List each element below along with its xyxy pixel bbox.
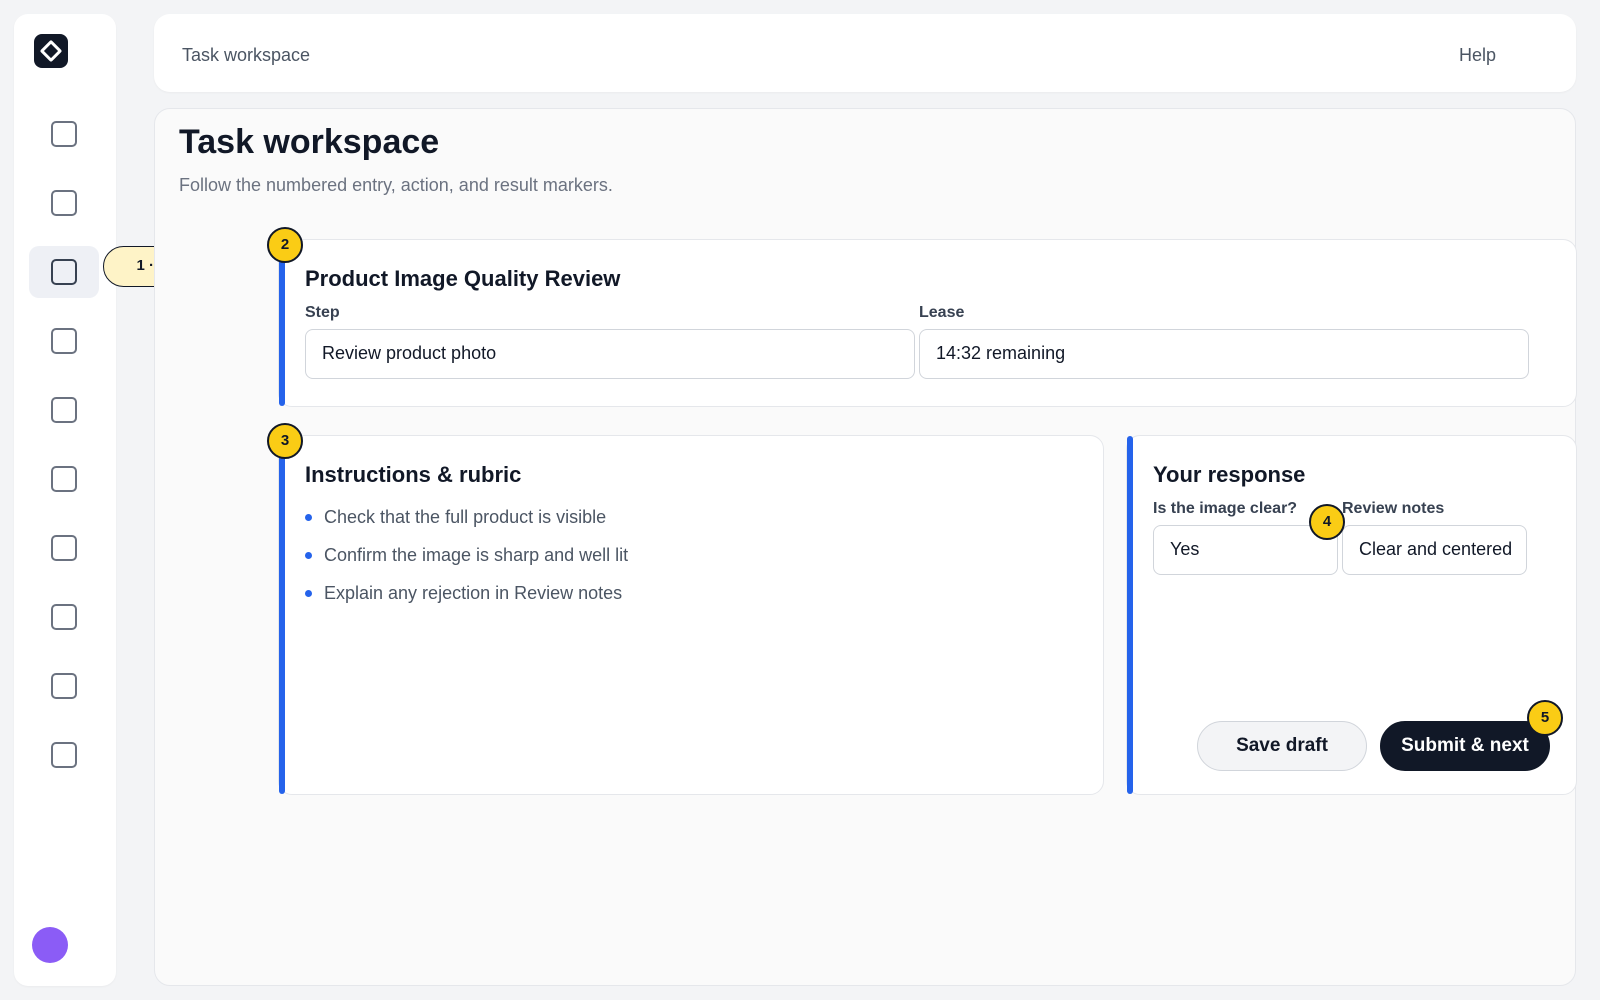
square-icon: [51, 190, 77, 216]
rubric-item: Check that the full product is visible: [305, 506, 628, 544]
sidebar-item-my-work[interactable]: [29, 246, 99, 298]
step-label: Step: [305, 304, 340, 321]
marker-3: 3: [267, 423, 303, 459]
sidebar-item-8[interactable]: [29, 591, 99, 643]
lease-field[interactable]: 14:32 remaining: [919, 329, 1529, 379]
task-title: Product Image Quality Review: [305, 266, 621, 291]
accent-bar: [279, 240, 285, 406]
rubric-list: Check that the full product is visible C…: [305, 506, 628, 620]
marker-5: 5: [1527, 700, 1563, 736]
sidebar-item-6[interactable]: [29, 453, 99, 505]
main-panel: Task workspace Follow the numbered entry…: [154, 108, 1577, 986]
page-title: Task workspace: [179, 123, 440, 161]
sidebar-item-4[interactable]: [29, 315, 99, 367]
top-header: Task workspace Help: [154, 14, 1576, 92]
square-icon: [51, 466, 77, 492]
lease-label: Lease: [919, 304, 965, 321]
sidebar-item-2[interactable]: [29, 177, 99, 229]
square-icon: [51, 259, 77, 285]
save-draft-button[interactable]: Save draft: [1197, 721, 1367, 771]
header-title: Task workspace: [182, 45, 311, 65]
rubric-item: Confirm the image is sharp and well lit: [305, 544, 628, 582]
page-subtitle: Follow the numbered entry, action, and r…: [179, 175, 613, 195]
help-link[interactable]: Help: [1459, 45, 1496, 66]
sidebar-item-10[interactable]: [29, 729, 99, 781]
instructions-card: Instructions & rubric Check that the ful…: [278, 435, 1104, 795]
review-notes-field[interactable]: Clear and centered: [1342, 525, 1527, 575]
instructions-title: Instructions & rubric: [305, 462, 522, 487]
sidebar-item-5[interactable]: [29, 384, 99, 436]
sidebar-item-7[interactable]: [29, 522, 99, 574]
square-icon: [51, 397, 77, 423]
square-icon: [51, 604, 77, 630]
response-title: Your response: [1153, 462, 1306, 487]
response-card: Your response Is the image clear? Yes Re…: [1126, 435, 1577, 795]
image-clear-label: Is the image clear?: [1153, 500, 1298, 517]
review-notes-label: Review notes: [1342, 500, 1445, 517]
marker-4: 4: [1309, 504, 1345, 540]
image-clear-select[interactable]: Yes: [1153, 525, 1338, 575]
square-icon: [51, 742, 77, 768]
accent-bar: [279, 436, 285, 794]
avatar[interactable]: [32, 927, 68, 963]
submit-next-button[interactable]: Submit & next: [1380, 721, 1550, 771]
marker-2: 2: [267, 227, 303, 263]
app-logo-icon[interactable]: [34, 34, 68, 68]
square-icon: [51, 328, 77, 354]
square-icon: [51, 673, 77, 699]
rubric-item: Explain any rejection in Review notes: [305, 582, 628, 620]
accent-bar: [1127, 436, 1133, 794]
sidebar: [14, 14, 116, 986]
task-card: Product Image Quality Review Step Review…: [278, 239, 1577, 407]
square-icon: [51, 535, 77, 561]
sidebar-item-9[interactable]: [29, 660, 99, 712]
step-field[interactable]: Review product photo: [305, 329, 915, 379]
sidebar-item-1[interactable]: [29, 108, 99, 160]
square-icon: [51, 121, 77, 147]
